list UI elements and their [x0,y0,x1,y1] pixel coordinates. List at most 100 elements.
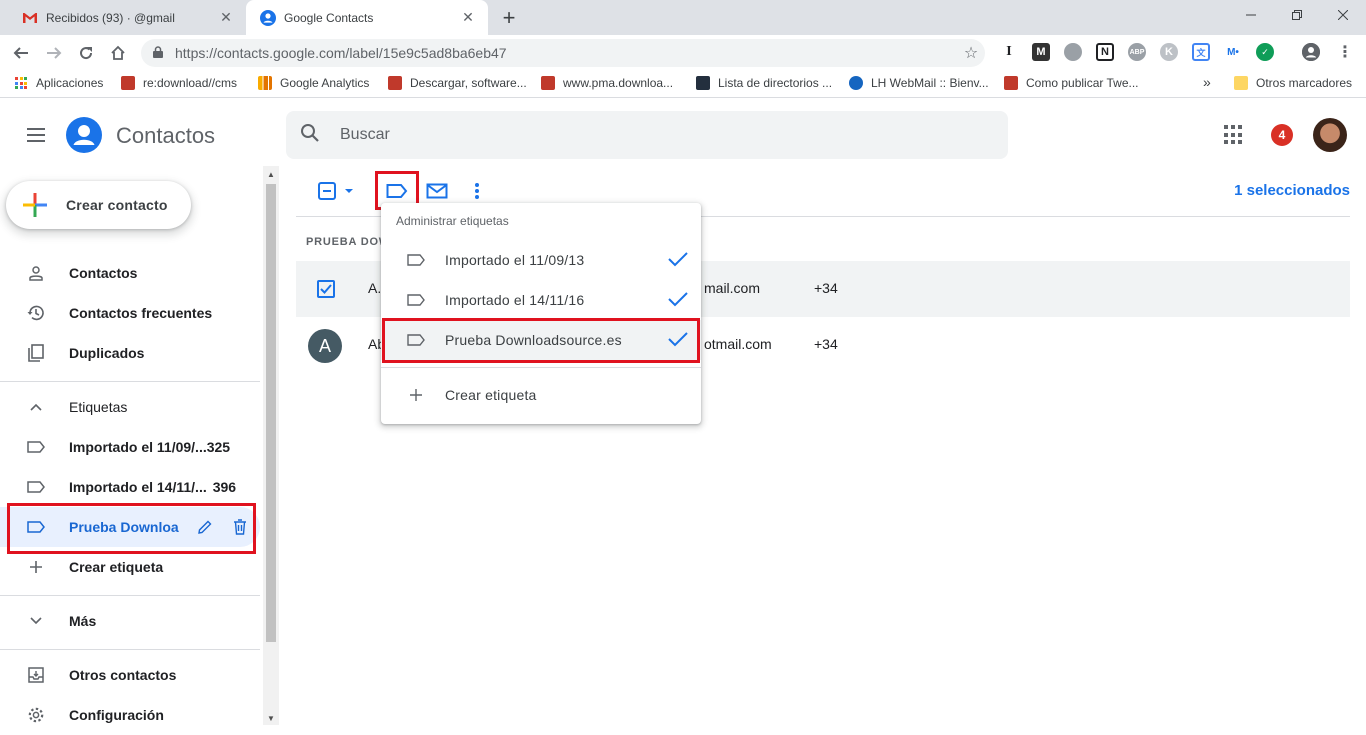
more-actions-button[interactable] [467,180,487,202]
extension-i-icon[interactable]: I [1000,43,1018,61]
bookmark-item[interactable]: Descargar, software... [388,76,527,90]
sidebar-item-contacts[interactable]: Contactos [0,253,260,293]
minimize-window-icon[interactable] [1228,0,1274,30]
sidebar-label-text: Prueba Downloa [69,519,179,535]
extension-k-icon[interactable]: K [1160,43,1178,61]
extension-m-icon[interactable]: M [1032,43,1050,61]
menu-create-label[interactable]: Crear etiqueta [381,375,701,415]
home-button[interactable] [105,40,131,66]
sidebar-label-text: Importado el 11/09/... [69,439,207,455]
manage-labels-button[interactable] [384,180,410,202]
bookmark-item[interactable]: Como publicar Twe... [1004,76,1139,90]
send-email-button[interactable] [425,180,449,202]
tab-title: Google Contacts [284,10,374,25]
sidebar-item-label: Contactos frecuentes [69,305,213,321]
bookmark-star-icon[interactable]: ☆ [957,43,985,63]
menu-create-label-text: Crear etiqueta [445,387,537,403]
manage-labels-menu: Administrar etiquetas Importado el 11/09… [381,203,701,424]
browser-tab-gmail[interactable]: Recibidos (93) · @gmail ✕ [8,0,246,35]
row-checkbox[interactable] [317,280,335,298]
browser-menu-icon[interactable]: ⋮ [1336,43,1354,61]
sidebar-label-prueba[interactable]: Prueba Downloa [0,507,260,547]
browser-tab-contacts[interactable]: Google Contacts ✕ [246,0,488,35]
sidebar-create-label[interactable]: Crear etiqueta [0,547,260,587]
labels-header-text: Etiquetas [69,399,128,415]
bookmark-item[interactable]: Lista de directorios ... [696,76,832,90]
sidebar-labels-header[interactable]: Etiquetas [0,387,260,427]
extension-mv-icon[interactable]: M• [1224,43,1242,61]
other-bookmarks-folder[interactable]: Otros marcadores [1234,76,1352,90]
notification-badge[interactable]: 4 [1271,124,1293,146]
edit-pencil-icon[interactable] [197,519,213,535]
bookmark-label: Descargar, software... [410,76,527,90]
google-apps-icon[interactable] [1224,125,1244,145]
extension-translate-icon[interactable]: 文 [1192,43,1210,61]
sidebar-item-duplicates[interactable]: Duplicados [0,333,260,373]
extension-gear-icon[interactable] [1064,43,1082,61]
sidebar-label-imported-2[interactable]: Importado el 14/11/... 396 [0,467,260,507]
sidebar-more[interactable]: Más [0,601,260,641]
close-tab-icon[interactable]: ✕ [216,8,236,28]
reload-button[interactable] [73,40,99,66]
settings-text: Configuración [69,707,164,723]
bookmark-label: Lista de directorios ... [718,76,833,90]
sidebar-label-text: Importado el 14/11/... [69,479,207,495]
browser-tab-strip: Recibidos (93) · @gmail ✕ Google Contact… [0,0,1366,35]
bookmark-apps[interactable]: Aplicaciones [15,76,103,90]
menu-item-label[interactable]: Prueba Downloadsource.es [381,320,701,360]
plus-icon [20,190,50,220]
address-bar[interactable]: https://contacts.google.com/label/15e9c5… [141,39,985,67]
extension-n-icon[interactable]: N [1096,43,1114,61]
extension-abp-icon[interactable]: ABP [1128,43,1146,61]
restore-window-icon[interactable] [1274,0,1320,30]
menu-item-text: Importado el 14/11/16 [445,292,585,308]
create-contact-button[interactable]: Crear contacto [6,181,191,229]
bookmark-item[interactable]: LH WebMail :: Bienv... [849,76,989,90]
bookmark-item[interactable]: Google Analytics [258,76,369,90]
main-menu-icon[interactable] [24,124,48,148]
label-icon [386,184,408,198]
bookmark-item[interactable]: re:download//cms [121,76,237,90]
list-group-header: PRUEBA DOW [306,236,390,248]
plus-icon [407,388,425,402]
search-input[interactable]: Buscar [286,111,1008,159]
search-icon [300,123,324,148]
close-window-icon[interactable] [1320,0,1366,30]
back-button[interactable] [8,40,34,66]
extension-green-icon[interactable]: ✓ [1256,43,1274,61]
sidebar-label-count: 325 [206,439,231,455]
sidebar-item-label: Duplicados [69,345,145,361]
account-avatar[interactable] [1313,118,1347,152]
contact-avatar[interactable]: A [308,329,342,363]
contact-email: otmail.com [704,336,772,352]
scroll-up-arrow-icon[interactable]: ▲ [267,170,275,179]
scrollbar-thumb[interactable] [266,184,276,642]
bookmark-item[interactable]: www.pma.downloa... [541,76,673,90]
select-menu-button[interactable] [314,180,360,202]
contact-phone: +34 [814,280,838,296]
contact-email: mail.com [704,280,761,296]
forward-button[interactable] [41,40,67,66]
bookmark-label: Google Analytics [280,76,370,90]
download-site-icon [1004,76,1018,90]
sidebar-settings[interactable]: Configuración [0,695,260,735]
close-tab-icon[interactable]: ✕ [458,8,478,28]
sidebar-item-frequent[interactable]: Contactos frecuentes [0,293,260,333]
sidebar-divider [0,595,260,596]
menu-item-label[interactable]: Importado el 11/09/13 [381,240,701,280]
sidebar-label-imported-1[interactable]: Importado el 11/09/... 325 [0,427,260,467]
chevron-down-icon [25,617,47,625]
menu-item-label[interactable]: Importado el 14/11/16 [381,280,701,320]
create-contact-label: Crear contacto [66,197,168,213]
apps-grid-icon [15,77,27,89]
create-label-text: Crear etiqueta [69,559,164,575]
other-contacts-text: Otros contactos [69,667,177,683]
new-tab-button[interactable]: + [498,5,520,30]
sidebar-other-contacts[interactable]: Otros contactos [0,655,260,695]
profile-icon[interactable] [1302,43,1320,61]
scroll-down-arrow-icon[interactable]: ▼ [267,714,275,723]
delete-trash-icon[interactable] [233,519,247,535]
dropdown-arrow-icon [345,189,353,193]
sidebar-scrollbar[interactable]: ▲ ▼ [263,166,279,725]
bookmarks-overflow-button[interactable]: » [1203,74,1211,90]
